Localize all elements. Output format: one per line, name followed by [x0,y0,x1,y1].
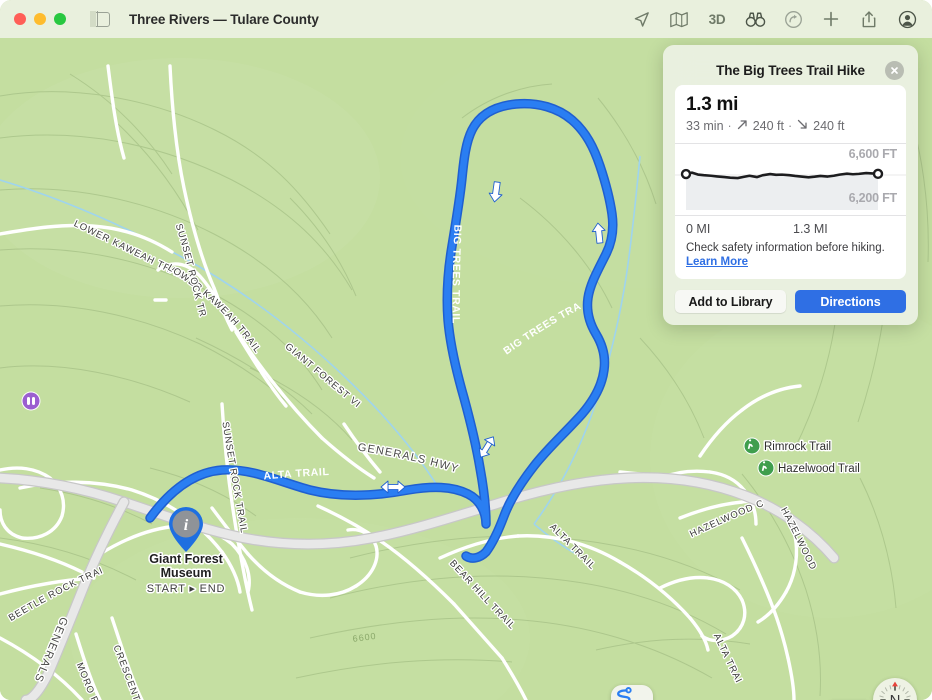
route-duration: 33 min [686,119,724,133]
museum-start-end-label: START ▸ END [147,583,226,595]
place-info-card: The Big Trees Trail Hike 1.3 mi 33 min · [663,45,918,325]
close-window-button[interactable] [14,13,26,25]
separator-2: · [787,119,793,133]
directions-icon[interactable] [780,6,806,32]
descent-arrow-icon [796,118,809,134]
three-d-toggle[interactable]: 3D [704,6,730,32]
window-titlebar: Three Rivers — Tulare County 3D [0,0,932,38]
axis-start-label: 0 MI [686,222,711,236]
info-icon: i [184,517,189,534]
separator-1: · [727,119,732,133]
museum-label-line1: Giant Forest [149,552,223,566]
maps-window: BIG TREES TRAIL BIG TREES TRAIL ALTA TRA… [0,0,932,700]
maximize-window-button[interactable] [54,13,66,25]
toolbar: 3D [628,0,920,38]
compass-north-label: N [889,691,901,700]
route-descent: 240 ft [813,119,845,133]
learn-more-link[interactable]: Learn More [686,256,895,268]
account-icon[interactable] [894,6,920,32]
location-arrow-icon[interactable] [628,6,654,32]
card-body: 1.3 mi 33 min · 240 ft · 240 ft 6,600 FT… [675,85,906,279]
rimrock-trail-label: Rimrock Trail [764,441,831,453]
safety-note: Check safety information before hiking. … [675,240,906,279]
route-substats: 33 min · 240 ft · 240 ft [686,118,895,134]
card-header: The Big Trees Trail Hike [675,55,906,85]
safety-text: Check safety information before hiking. [686,242,885,254]
elevation-min-label: 6,200 FT [848,191,898,205]
chart-axis: 0 MI 1.3 MI [675,215,906,240]
binoculars-look-around-icon[interactable] [742,6,768,32]
add-icon[interactable] [818,6,844,32]
hazelwood-trail-label: Hazelwood Trail [778,463,860,475]
close-card-button[interactable] [885,61,904,80]
compass-control[interactable]: N [873,678,917,700]
winding-route-icon [617,687,632,700]
ascent-arrow-icon [736,118,749,134]
elevation-chart: 6,600 FT 6,200 FT [675,143,906,215]
directions-button[interactable]: Directions [795,290,906,313]
map-mode-icon[interactable] [666,6,692,32]
route-overview-button[interactable] [611,685,653,700]
add-to-library-button[interactable]: Add to Library [675,290,786,313]
minimize-window-button[interactable] [34,13,46,25]
elevation-max-label: 6,600 FT [848,147,898,161]
sidebar-toggle-icon[interactable] [90,10,110,28]
rimrock-trail-marker[interactable]: Rimrock Trail [743,437,832,455]
route-label-big-trees-1: BIG TREES TRAIL [450,224,464,324]
museum-label-line2: Museum [161,566,212,580]
axis-end-label: 1.3 MI [793,222,828,236]
elevation-end-marker [872,168,884,180]
restroom-marker[interactable] [21,391,41,411]
route-stats: 1.3 mi 33 min · 240 ft · 240 ft [675,85,906,143]
card-title: The Big Trees Trail Hike [716,62,865,78]
close-icon [891,67,898,74]
route-distance: 1.3 mi [686,94,739,115]
page-title: Three Rivers — Tulare County [129,11,319,27]
window-controls[interactable] [14,13,66,25]
share-icon[interactable] [856,6,882,32]
elevation-start-marker [680,168,692,180]
card-actions: Add to Library Directions [675,290,906,313]
route-ascent: 240 ft [752,119,784,133]
